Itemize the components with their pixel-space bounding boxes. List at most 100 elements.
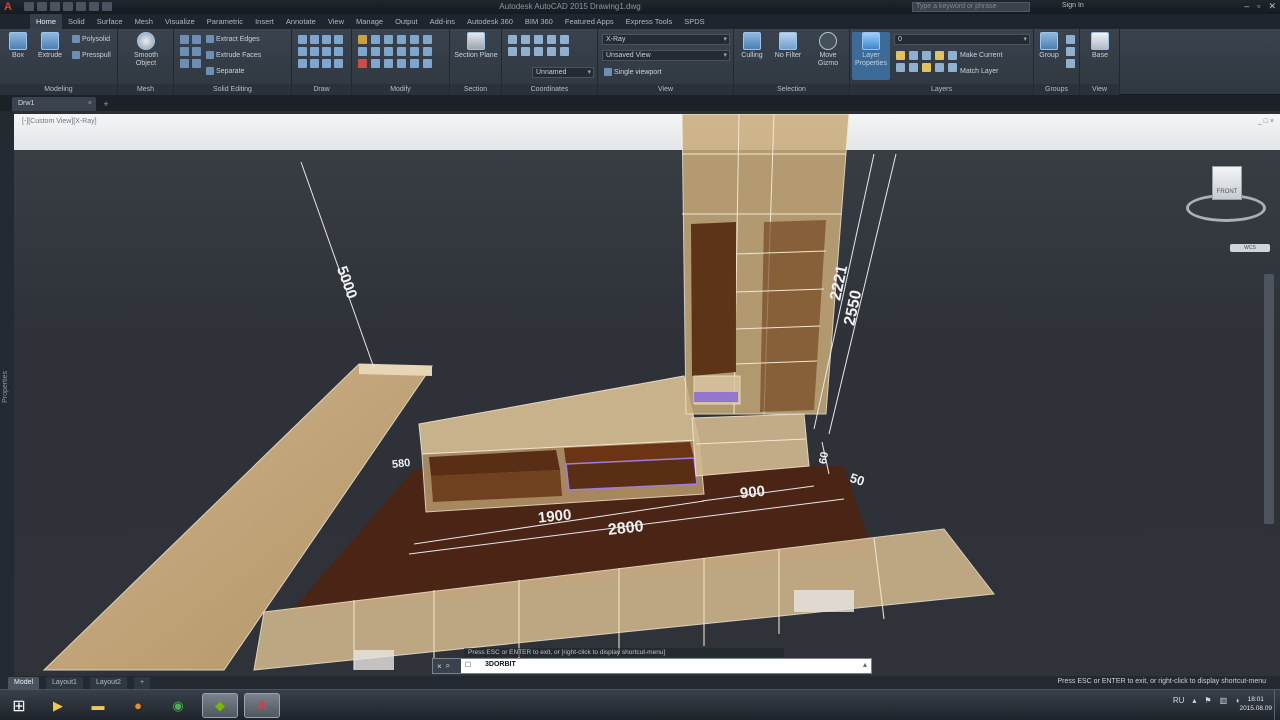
command-line[interactable]: × ⌕ ☐ 3DORBIT ▴	[432, 658, 872, 674]
extrude-faces-button[interactable]: Extrude Faces	[206, 51, 261, 59]
save-as-icon[interactable]	[63, 2, 73, 11]
group-select-icon[interactable]	[1066, 59, 1075, 68]
box-button[interactable]: Box	[2, 32, 34, 60]
join-icon[interactable]	[410, 59, 419, 68]
ucs-face-icon[interactable]	[508, 47, 517, 56]
no-filter-button[interactable]: No Filter	[772, 32, 804, 60]
ucs-view-icon[interactable]	[534, 47, 543, 56]
tab-autodesk-360[interactable]: Autodesk 360	[461, 14, 519, 29]
section-label[interactable]: Section	[450, 84, 501, 95]
layer-off-icon[interactable]	[948, 51, 957, 60]
layer-lock-icon[interactable]	[935, 51, 944, 60]
explode-icon[interactable]	[371, 59, 380, 68]
circle-icon[interactable]	[310, 47, 319, 56]
tab-visualize[interactable]: Visualize	[159, 14, 201, 29]
tab-solid[interactable]: Solid	[62, 14, 91, 29]
fillet-icon[interactable]	[410, 47, 419, 56]
restore-icon[interactable]: ▫	[1257, 1, 1260, 12]
viewcube[interactable]: FRONT WCS	[1182, 160, 1272, 252]
layer-isolate-icon[interactable]	[909, 51, 918, 60]
layer-on-icon[interactable]	[896, 51, 905, 60]
tab-model[interactable]: Model	[8, 677, 40, 689]
boundary-icon[interactable]	[334, 59, 343, 68]
tray-expand-icon[interactable]: ▴	[1192, 696, 1196, 705]
nvidia-icon[interactable]: ◆	[202, 693, 238, 718]
layer-delete-icon[interactable]	[948, 63, 957, 72]
plot-icon[interactable]	[76, 2, 86, 11]
polyline-icon[interactable]	[298, 35, 307, 44]
minimize-icon[interactable]: –	[1244, 1, 1249, 12]
move-icon[interactable]	[358, 35, 367, 44]
union-icon[interactable]	[180, 35, 189, 44]
modify-label[interactable]: Modify	[352, 84, 449, 95]
drawing-viewport[interactable]: 5000 2221 2550 1900 900 2800 50 60 580 […	[14, 114, 1280, 676]
tab-parametric[interactable]: Parametric	[201, 14, 249, 29]
ucs-y-icon[interactable]	[560, 47, 569, 56]
new-tab-icon[interactable]: +	[100, 98, 112, 110]
sign-in-button[interactable]: Sign In	[1062, 2, 1084, 9]
layer-previous-icon[interactable]	[909, 63, 918, 72]
coordinates-label[interactable]: Coordinates	[502, 84, 597, 95]
show-desktop-button[interactable]	[1274, 690, 1280, 720]
ucs-object-icon[interactable]	[521, 47, 530, 56]
media-player-icon[interactable]: ▶	[40, 693, 76, 718]
subtract-icon[interactable]	[192, 35, 201, 44]
ellipse-icon[interactable]	[322, 47, 331, 56]
region-icon[interactable]	[322, 59, 331, 68]
erase-icon[interactable]	[358, 59, 367, 68]
new-icon[interactable]	[24, 2, 34, 11]
break-icon[interactable]	[397, 59, 406, 68]
ucs-icon[interactable]	[508, 35, 517, 44]
smooth-object-button[interactable]: Smooth Object	[124, 32, 168, 68]
undo-icon[interactable]	[89, 2, 99, 11]
layer-combo[interactable]: 0	[894, 34, 1030, 45]
tab-bim-360[interactable]: BIM 360	[519, 14, 559, 29]
arc-icon[interactable]	[310, 35, 319, 44]
properties-side-strip[interactable]: Properties	[0, 111, 14, 677]
tab-mesh[interactable]: Mesh	[129, 14, 159, 29]
copy-icon[interactable]	[358, 47, 367, 56]
chrome-icon[interactable]: ◉	[160, 693, 196, 718]
add-layout-button[interactable]: +	[134, 677, 151, 689]
align-icon[interactable]	[384, 35, 393, 44]
tab-surface[interactable]: Surface	[91, 14, 129, 29]
thicken-icon[interactable]	[192, 59, 201, 68]
draw-label[interactable]: Draw	[292, 84, 351, 95]
tab-annotate[interactable]: Annotate	[280, 14, 322, 29]
make-current-button[interactable]: Make Current	[960, 52, 1002, 59]
rectangle-icon[interactable]	[298, 59, 307, 68]
view-base-label[interactable]: View	[1080, 84, 1119, 95]
slice-icon[interactable]	[192, 47, 201, 56]
search-command-icon[interactable]: ⌕	[446, 661, 450, 671]
view-label[interactable]: View	[598, 84, 733, 95]
helix-icon[interactable]	[334, 35, 343, 44]
chamfer-icon[interactable]	[423, 47, 432, 56]
move-gizmo-button[interactable]: Move Gizmo	[812, 32, 844, 68]
mesh-label[interactable]: Mesh	[118, 84, 173, 95]
polysolid-button[interactable]: Polysolid	[72, 35, 110, 43]
hatch-icon[interactable]	[334, 47, 343, 56]
command-menu-icon[interactable]: ▴	[863, 660, 867, 669]
windows-start-icon[interactable]: ⊞	[4, 694, 34, 718]
interfere-icon[interactable]	[180, 59, 189, 68]
search-input[interactable]: Type a keyword or phrase	[912, 2, 1030, 12]
presspull-button[interactable]: Presspull	[72, 51, 111, 59]
extrude-button[interactable]: Extrude	[34, 32, 66, 60]
ucs-x-icon[interactable]	[547, 47, 556, 56]
viewport-window-controls[interactable]: _ □ ×	[1258, 118, 1274, 125]
close-command-icon[interactable]: ×	[437, 662, 442, 671]
layer-properties-button[interactable]: Layer Properties	[852, 32, 890, 80]
system-clock[interactable]: 18:01 2015.08.09	[1239, 695, 1272, 713]
wcs-menu[interactable]: WCS	[1230, 244, 1270, 252]
tab-add-ins[interactable]: Add-ins	[424, 14, 461, 29]
culling-button[interactable]: Culling	[736, 32, 768, 60]
ucs-origin-icon[interactable]	[534, 35, 543, 44]
file-tab-drw1[interactable]: Drw1 ×	[12, 97, 96, 111]
navigation-bar[interactable]	[1264, 274, 1274, 524]
ucs-combo[interactable]: Unnamed	[532, 67, 594, 78]
ucs-world-icon[interactable]	[521, 35, 530, 44]
match-layer-button[interactable]: Match Layer	[960, 68, 999, 75]
ucs-z-icon[interactable]	[547, 35, 556, 44]
extend-icon[interactable]	[423, 35, 432, 44]
command-input[interactable]: 3DORBIT	[485, 661, 516, 668]
